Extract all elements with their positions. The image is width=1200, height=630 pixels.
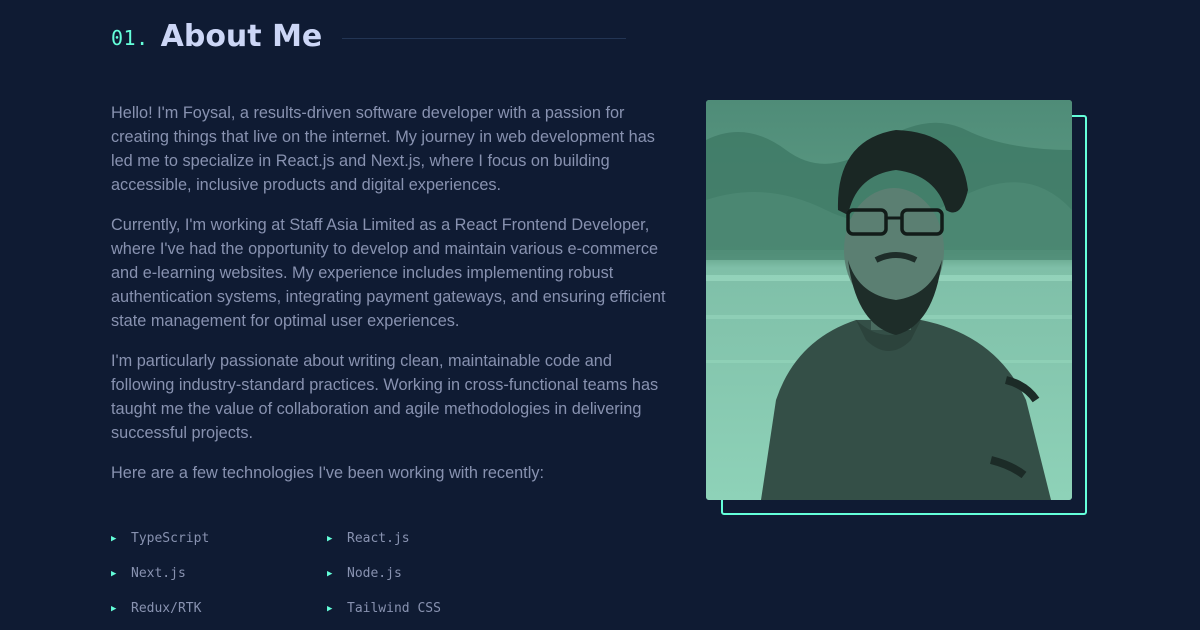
- tech-list-item: ▶ Redux/RTK: [111, 597, 327, 621]
- tech-list-item: ▶ Tailwind CSS: [327, 597, 543, 621]
- tech-list-item: ▶ TypeScript: [111, 527, 327, 551]
- about-paragraph-current-role: Currently, I'm working at Staff Asia Lim…: [111, 216, 666, 330]
- tech-list-item: ▶ Node.js: [327, 562, 543, 586]
- tech-name: Redux/RTK: [131, 601, 202, 616]
- triangle-right-icon: ▶: [111, 569, 117, 579]
- section-title: About Me: [160, 18, 323, 54]
- triangle-right-icon: ▶: [327, 569, 333, 579]
- technology-list: ▶ TypeScript ▶ React.js ▶ Next.js ▶ Node…: [111, 527, 551, 621]
- section-number: 01.: [111, 26, 149, 50]
- about-section-heading: 01. About Me: [111, 14, 626, 58]
- triangle-right-icon: ▶: [111, 534, 117, 544]
- triangle-right-icon: ▶: [327, 604, 333, 614]
- tech-name: Node.js: [347, 566, 402, 581]
- about-paragraph-practices: I'm particularly passionate about writin…: [111, 352, 659, 442]
- about-paragraph-intro: Hello! I'm Foysal, a results-driven soft…: [111, 104, 655, 194]
- tech-name: React.js: [347, 531, 410, 546]
- profile-photo-wrapper[interactable]: [706, 100, 1087, 515]
- profile-photo[interactable]: [706, 100, 1072, 500]
- profile-photo-illustration: [706, 100, 1072, 500]
- heading-divider-line: [342, 37, 626, 39]
- triangle-right-icon: ▶: [111, 604, 117, 614]
- tech-name: Tailwind CSS: [347, 601, 441, 616]
- tech-list-item: ▶ React.js: [327, 527, 543, 551]
- triangle-right-icon: ▶: [327, 534, 333, 544]
- tech-list-item: ▶ Next.js: [111, 562, 327, 586]
- about-paragraph-tech-intro: Here are a few technologies I've been wo…: [111, 464, 544, 482]
- about-text: Hello! I'm Foysal, a results-driven soft…: [111, 101, 666, 501]
- tech-name: Next.js: [131, 566, 186, 581]
- tech-name: TypeScript: [131, 531, 210, 546]
